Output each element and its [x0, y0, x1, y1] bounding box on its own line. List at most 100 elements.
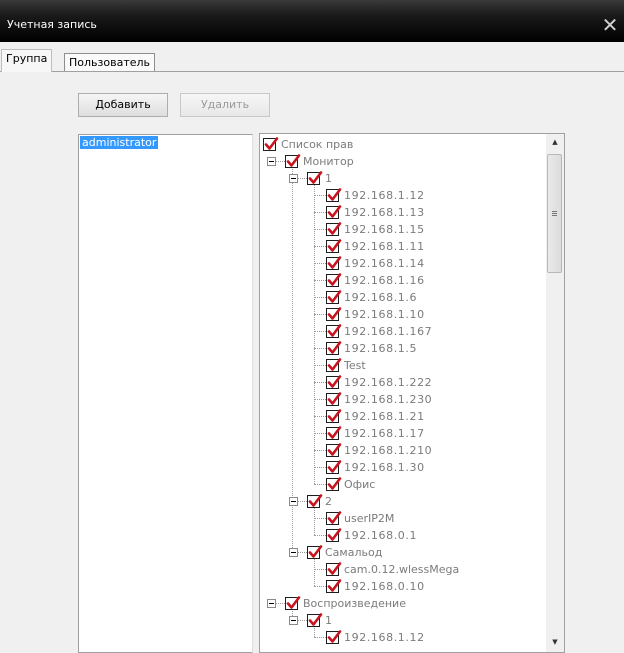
- checkmark-icon: [327, 528, 342, 541]
- tree-row[interactable]: 192.168.1.12: [260, 187, 546, 204]
- tree-row[interactable]: 192.168.1.167: [260, 323, 546, 340]
- permission-checkbox[interactable]: [326, 426, 342, 440]
- checkmark-icon: [308, 171, 323, 184]
- tree-row[interactable]: 192.168.1.5: [260, 340, 546, 357]
- tree-connector: [314, 535, 326, 536]
- tree-row[interactable]: 192.168.1.30: [260, 459, 546, 476]
- checkmark-icon: [327, 392, 342, 405]
- tree-row[interactable]: userIP2M: [260, 510, 546, 527]
- tab-user[interactable]: Пользователь: [64, 53, 156, 72]
- permission-checkbox[interactable]: [263, 137, 279, 151]
- permission-checkbox[interactable]: [326, 341, 342, 355]
- tree-row[interactable]: Воспроизведение: [260, 595, 546, 612]
- tree-label: Монитор: [303, 155, 354, 168]
- tab-group[interactable]: Группа: [1, 49, 53, 72]
- checkmark-icon: [327, 511, 342, 524]
- tree-row[interactable]: cam.0.12.wlessMega: [260, 561, 546, 578]
- tree-row[interactable]: 192.168.0.1: [260, 527, 546, 544]
- minus-box-icon[interactable]: [289, 497, 298, 506]
- tree-row[interactable]: 192.168.1.230: [260, 391, 546, 408]
- permissions-tree-viewport: Список прав Монитор 1 192.168.1.12 192.168.1…: [260, 134, 546, 652]
- scroll-down-icon[interactable]: ▼: [546, 634, 564, 651]
- tree-row[interactable]: 2: [260, 493, 546, 510]
- permission-checkbox[interactable]: [326, 239, 342, 253]
- tree-row[interactable]: 192.168.1.17: [260, 425, 546, 442]
- permission-checkbox[interactable]: [307, 545, 323, 559]
- minus-box-icon[interactable]: [289, 548, 298, 557]
- permission-checkbox[interactable]: [326, 460, 342, 474]
- tree-row[interactable]: 192.168.1.6: [260, 289, 546, 306]
- tree-row[interactable]: 192.168.1.10: [260, 306, 546, 323]
- permission-checkbox[interactable]: [326, 290, 342, 304]
- group-list[interactable]: administrator: [78, 134, 253, 653]
- tree-label: 192.168.1.167: [344, 325, 433, 338]
- tree-connector: [314, 365, 326, 366]
- tree-row[interactable]: 192.168.1.12: [260, 629, 546, 646]
- add-button[interactable]: Добавить: [78, 93, 168, 117]
- permission-checkbox[interactable]: [326, 392, 342, 406]
- tree-label: 192.168.1.11: [344, 240, 425, 253]
- permission-checkbox[interactable]: [326, 273, 342, 287]
- permission-checkbox[interactable]: [326, 562, 342, 576]
- permission-checkbox[interactable]: [326, 579, 342, 593]
- permission-checkbox[interactable]: [326, 528, 342, 542]
- tree-row[interactable]: Самальод: [260, 544, 546, 561]
- permission-checkbox[interactable]: [326, 375, 342, 389]
- permission-checkbox[interactable]: [326, 324, 342, 338]
- permission-checkbox[interactable]: [326, 222, 342, 236]
- checkmark-icon: [327, 630, 342, 643]
- tree-row[interactable]: 192.168.1.13: [260, 204, 546, 221]
- tree-row[interactable]: 192.168.1.222: [260, 374, 546, 391]
- minus-box-icon[interactable]: [267, 599, 276, 608]
- tree-row[interactable]: 192.168.0.10: [260, 578, 546, 595]
- checkmark-icon: [327, 579, 342, 592]
- permission-checkbox[interactable]: [326, 511, 342, 525]
- permission-checkbox[interactable]: [326, 358, 342, 372]
- tree-row[interactable]: Список прав: [260, 136, 546, 153]
- permission-checkbox[interactable]: [326, 443, 342, 457]
- tree-row[interactable]: 1: [260, 612, 546, 629]
- tree-row[interactable]: 192.168.1.21: [260, 408, 546, 425]
- tree-row[interactable]: Монитор: [260, 153, 546, 170]
- tree-row[interactable]: Офис: [260, 476, 546, 493]
- tree-row[interactable]: 192.168.1.15: [260, 221, 546, 238]
- checkmark-icon: [308, 545, 323, 558]
- tree-row[interactable]: 1: [260, 170, 546, 187]
- close-icon[interactable]: ✕: [600, 15, 620, 36]
- delete-button[interactable]: Удалить: [180, 93, 270, 117]
- tree-connector: [314, 229, 326, 230]
- permission-checkbox[interactable]: [326, 188, 342, 202]
- minus-box-icon[interactable]: [267, 157, 276, 166]
- permission-checkbox[interactable]: [285, 596, 301, 610]
- checkmark-icon: [327, 273, 342, 286]
- permission-checkbox[interactable]: [307, 171, 323, 185]
- checkmark-icon: [327, 341, 342, 354]
- tree-label: 192.168.1.6: [344, 291, 418, 304]
- tree-connector: [314, 348, 326, 349]
- tree-row[interactable]: 192.168.1.16: [260, 272, 546, 289]
- minus-box-icon[interactable]: [289, 616, 298, 625]
- permissions-tree[interactable]: Список прав Монитор 1 192.168.1.12 192.168.1…: [259, 133, 565, 653]
- checkmark-icon: [327, 562, 342, 575]
- permission-checkbox[interactable]: [326, 477, 342, 491]
- permission-checkbox[interactable]: [326, 256, 342, 270]
- list-item-administrator[interactable]: administrator: [80, 136, 159, 149]
- permission-checkbox[interactable]: [307, 494, 323, 508]
- permission-checkbox[interactable]: [307, 613, 323, 627]
- tree-connector: [314, 246, 326, 247]
- minus-box-icon[interactable]: [289, 174, 298, 183]
- permission-checkbox[interactable]: [285, 154, 301, 168]
- tree-row[interactable]: 192.168.1.210: [260, 442, 546, 459]
- tree-scrollbar[interactable]: ▲ ▼: [546, 134, 564, 652]
- scroll-thumb[interactable]: [547, 154, 562, 273]
- tree-row[interactable]: 192.168.1.14: [260, 255, 546, 272]
- permission-checkbox[interactable]: [326, 630, 342, 644]
- permission-checkbox[interactable]: [326, 307, 342, 321]
- permission-checkbox[interactable]: [326, 205, 342, 219]
- tree-row[interactable]: Test: [260, 357, 546, 374]
- permission-checkbox[interactable]: [326, 409, 342, 423]
- tree-label: 192.168.1.14: [344, 257, 425, 270]
- tree-row[interactable]: 192.168.1.11: [260, 238, 546, 255]
- scroll-up-icon[interactable]: ▲: [546, 134, 564, 151]
- checkmark-icon: [327, 256, 342, 269]
